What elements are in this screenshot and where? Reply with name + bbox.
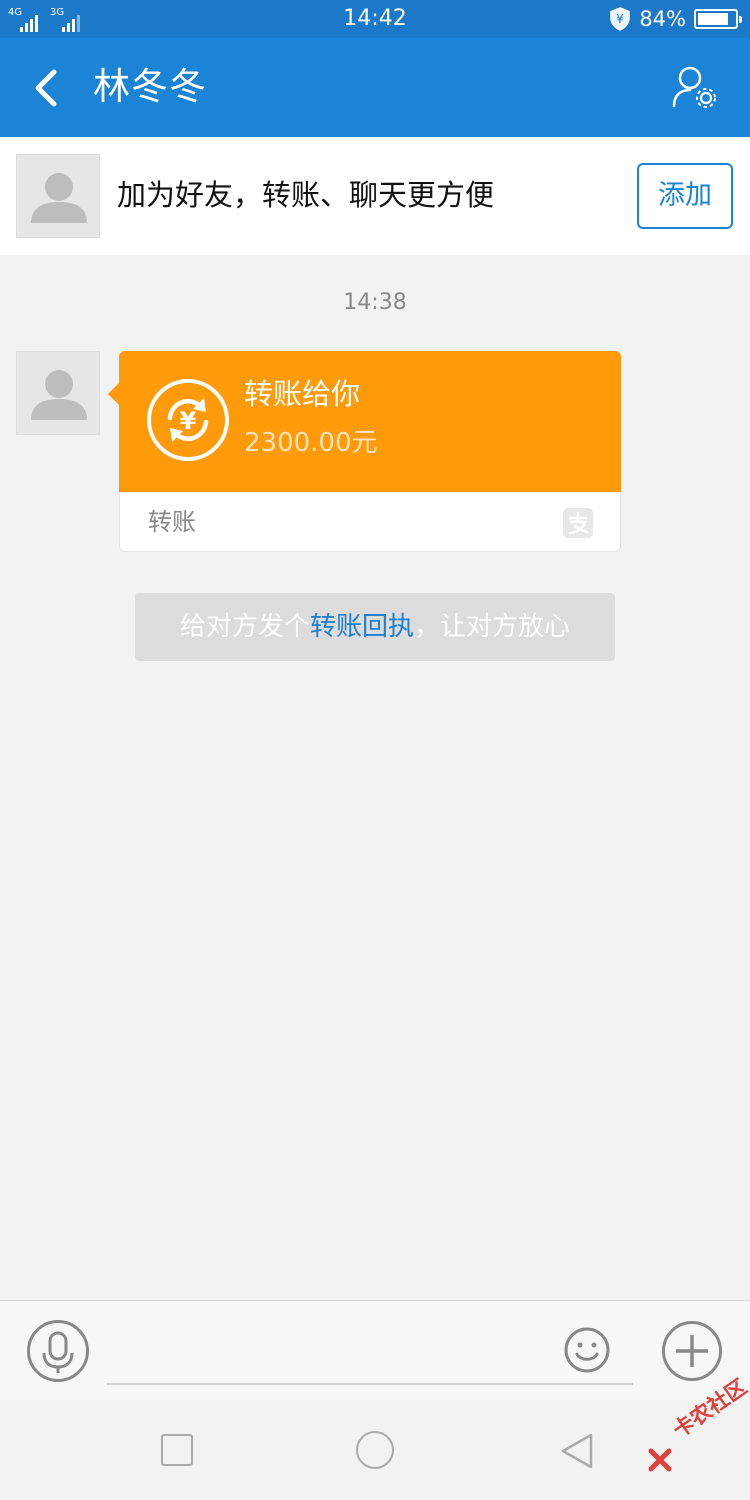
sender-avatar[interactable] bbox=[16, 351, 100, 435]
transfer-card-header: ¥ 转账给你 2300.00元 bbox=[108, 351, 621, 492]
transfer-receipt-tip: 给对方发个转账回执，让对方放心 bbox=[135, 593, 615, 661]
user-settings-icon[interactable] bbox=[670, 64, 720, 112]
yen-exchange-icon: ¥ bbox=[147, 379, 229, 461]
status-bar: 4G 3G 14:42 ¥ 84% bbox=[0, 0, 750, 38]
message-input[interactable] bbox=[107, 1317, 633, 1385]
add-friend-prompt: 加为好友，转账、聊天更方便 bbox=[117, 178, 495, 212]
transfer-card[interactable]: ¥ 转账给你 2300.00元 转账 bbox=[108, 351, 621, 552]
watermark-logo-icon bbox=[648, 1448, 672, 1472]
transfer-receipt-link[interactable]: 转账回执 bbox=[310, 612, 414, 642]
back-button[interactable] bbox=[26, 64, 70, 112]
recent-apps-button[interactable] bbox=[161, 1434, 193, 1466]
battery-percentage: 84% bbox=[639, 7, 686, 31]
add-friend-bar: 加为好友，转账、聊天更方便 添加 bbox=[0, 137, 750, 255]
microphone-icon bbox=[42, 1331, 74, 1373]
default-avatar-icon bbox=[31, 173, 87, 223]
transfer-amount: 2300.00元 bbox=[244, 428, 378, 458]
svg-text:¥: ¥ bbox=[180, 407, 197, 435]
default-avatar-icon bbox=[31, 370, 87, 420]
svg-text:¥: ¥ bbox=[616, 12, 624, 26]
avatar bbox=[16, 154, 100, 238]
community-watermark: 卡农社区 bbox=[646, 1375, 750, 1484]
message-timestamp: 14:38 bbox=[343, 290, 407, 315]
transfer-title: 转账给你 bbox=[244, 377, 361, 411]
receipt-tip-suffix: ，让对方放心 bbox=[414, 612, 571, 642]
system-navigation-bar bbox=[0, 1400, 750, 1500]
system-back-button[interactable] bbox=[560, 1432, 594, 1470]
shield-yen-icon: ¥ bbox=[610, 7, 631, 31]
battery-icon bbox=[694, 9, 742, 29]
chat-header: 林冬冬 bbox=[0, 38, 750, 137]
contact-name-title: 林冬冬 bbox=[93, 65, 207, 108]
transfer-footer-label: 转账 bbox=[148, 508, 196, 536]
emoji-button[interactable] bbox=[563, 1326, 611, 1374]
message-input-bar bbox=[0, 1300, 750, 1400]
receipt-tip-prefix: 给对方发个 bbox=[179, 612, 310, 642]
add-friend-button[interactable]: 添加 bbox=[637, 163, 733, 229]
voice-button[interactable] bbox=[27, 1320, 89, 1382]
home-button[interactable] bbox=[356, 1431, 394, 1469]
alipay-icon bbox=[563, 508, 593, 538]
more-actions-button[interactable] bbox=[661, 1320, 723, 1382]
